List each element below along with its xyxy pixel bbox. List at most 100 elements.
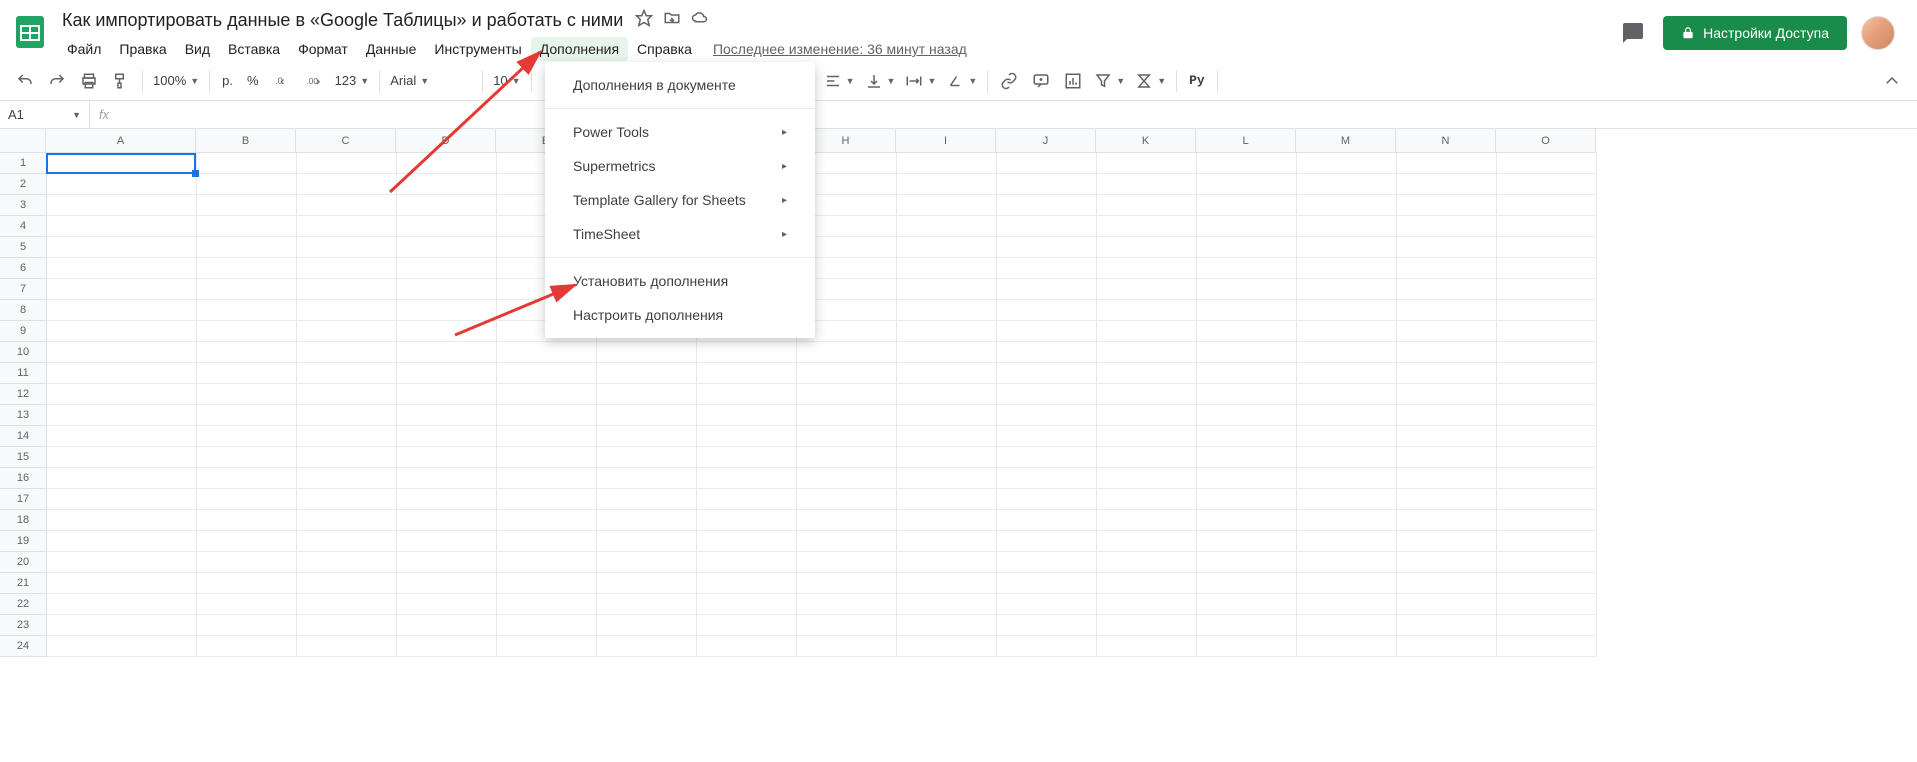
- cell[interactable]: [197, 258, 297, 279]
- row-header[interactable]: 21: [0, 573, 46, 594]
- cell[interactable]: [797, 342, 897, 363]
- cell[interactable]: [47, 468, 197, 489]
- cell[interactable]: [1397, 321, 1497, 342]
- cell[interactable]: [397, 489, 497, 510]
- cell[interactable]: [297, 279, 397, 300]
- cell[interactable]: [997, 279, 1097, 300]
- column-header[interactable]: M: [1296, 129, 1396, 152]
- cell[interactable]: [47, 384, 197, 405]
- cell[interactable]: [1297, 237, 1397, 258]
- cell[interactable]: [1397, 258, 1497, 279]
- cell[interactable]: [597, 615, 697, 636]
- row-header[interactable]: 19: [0, 531, 46, 552]
- cell[interactable]: [697, 468, 797, 489]
- expand-toolbar-icon[interactable]: [1877, 67, 1907, 95]
- cell[interactable]: [1197, 594, 1297, 615]
- cell[interactable]: [297, 195, 397, 216]
- cell[interactable]: [1097, 426, 1197, 447]
- cell[interactable]: [797, 384, 897, 405]
- cell[interactable]: [1197, 552, 1297, 573]
- menu-вставка[interactable]: Вставка: [219, 37, 289, 61]
- cell[interactable]: [1197, 321, 1297, 342]
- cell[interactable]: [1497, 258, 1597, 279]
- row-header[interactable]: 17: [0, 489, 46, 510]
- cell[interactable]: [1297, 405, 1397, 426]
- cell[interactable]: [1297, 279, 1397, 300]
- cell[interactable]: [697, 552, 797, 573]
- cell[interactable]: [697, 531, 797, 552]
- cell[interactable]: [1397, 636, 1497, 657]
- cell[interactable]: [1097, 216, 1197, 237]
- cell[interactable]: [397, 552, 497, 573]
- cell[interactable]: [1297, 216, 1397, 237]
- cell[interactable]: [47, 300, 197, 321]
- cell[interactable]: [1397, 342, 1497, 363]
- cell[interactable]: [297, 300, 397, 321]
- cell[interactable]: [797, 573, 897, 594]
- cell[interactable]: [1097, 531, 1197, 552]
- row-header[interactable]: 12: [0, 384, 46, 405]
- row-header[interactable]: 1: [0, 153, 46, 174]
- cell[interactable]: [1097, 384, 1197, 405]
- increase-decimal-icon[interactable]: .00: [299, 67, 329, 95]
- cell[interactable]: [1197, 237, 1297, 258]
- cell[interactable]: [697, 489, 797, 510]
- cell[interactable]: [1097, 615, 1197, 636]
- cell[interactable]: [897, 258, 997, 279]
- cell[interactable]: [1397, 237, 1497, 258]
- cell[interactable]: [797, 531, 897, 552]
- more-formats-select[interactable]: 123▼: [331, 73, 374, 88]
- cell[interactable]: [47, 216, 197, 237]
- cell[interactable]: [1397, 489, 1497, 510]
- last-change-link[interactable]: Последнее изменение: 36 минут назад: [713, 41, 967, 57]
- cell[interactable]: [497, 426, 597, 447]
- cell[interactable]: [1197, 384, 1297, 405]
- cell[interactable]: [1297, 531, 1397, 552]
- menu-справка[interactable]: Справка: [628, 37, 701, 61]
- cell[interactable]: [897, 468, 997, 489]
- column-header[interactable]: J: [996, 129, 1096, 152]
- menu-правка[interactable]: Правка: [110, 37, 175, 61]
- cell[interactable]: [497, 636, 597, 657]
- cell[interactable]: [997, 342, 1097, 363]
- cell[interactable]: [597, 594, 697, 615]
- cell[interactable]: [1397, 447, 1497, 468]
- cell[interactable]: [197, 552, 297, 573]
- row-header[interactable]: 9: [0, 321, 46, 342]
- cell[interactable]: [397, 384, 497, 405]
- cell[interactable]: [497, 384, 597, 405]
- cell[interactable]: [297, 153, 397, 174]
- column-header[interactable]: B: [196, 129, 296, 152]
- cell[interactable]: [1297, 300, 1397, 321]
- star-icon[interactable]: [635, 9, 653, 32]
- cell[interactable]: [997, 174, 1097, 195]
- cell[interactable]: [1497, 363, 1597, 384]
- cell[interactable]: [47, 573, 197, 594]
- cell[interactable]: [697, 447, 797, 468]
- dropdown-item-addon[interactable]: Power Tools▸: [545, 115, 815, 149]
- menu-дополнения[interactable]: Дополнения: [531, 37, 628, 61]
- cell[interactable]: [197, 342, 297, 363]
- cell[interactable]: [1497, 615, 1597, 636]
- cell[interactable]: [397, 153, 497, 174]
- cell[interactable]: [997, 447, 1097, 468]
- cell[interactable]: [497, 531, 597, 552]
- row-header[interactable]: 20: [0, 552, 46, 573]
- cell[interactable]: [597, 384, 697, 405]
- cell[interactable]: [1297, 195, 1397, 216]
- cell[interactable]: [697, 405, 797, 426]
- cell[interactable]: [1297, 447, 1397, 468]
- cell[interactable]: [1297, 342, 1397, 363]
- cloud-status-icon[interactable]: [691, 9, 709, 32]
- cell[interactable]: [397, 447, 497, 468]
- cell[interactable]: [47, 447, 197, 468]
- cell[interactable]: [897, 321, 997, 342]
- cell[interactable]: [1097, 363, 1197, 384]
- functions-select[interactable]: ▼: [1131, 72, 1170, 90]
- cell[interactable]: [597, 510, 697, 531]
- cell[interactable]: [197, 237, 297, 258]
- redo-icon[interactable]: [42, 67, 72, 95]
- filter-select[interactable]: ▼: [1090, 72, 1129, 90]
- cell[interactable]: [697, 510, 797, 531]
- dropdown-item-addon[interactable]: Template Gallery for Sheets▸: [545, 183, 815, 217]
